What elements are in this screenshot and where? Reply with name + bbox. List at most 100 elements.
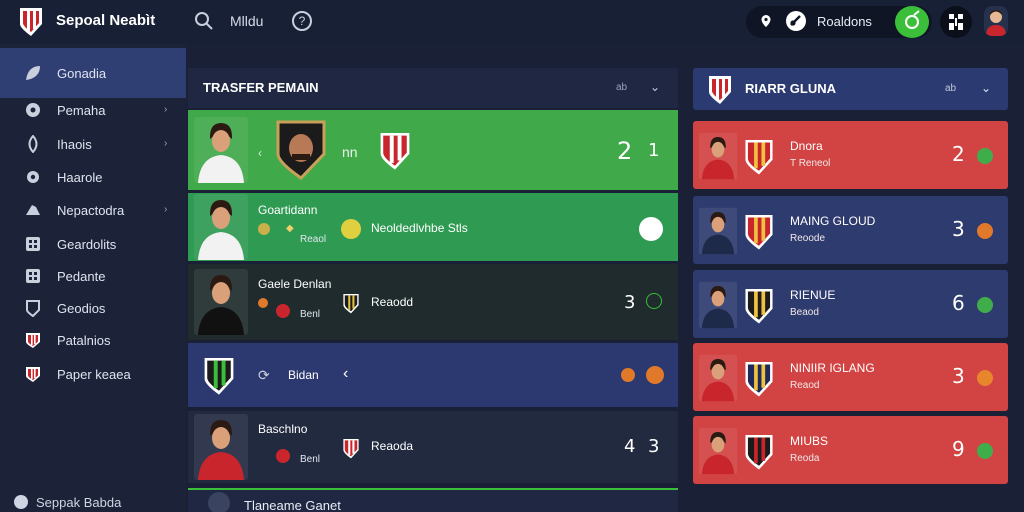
sidebar-item[interactable]: Pemaha › xyxy=(0,94,186,126)
grid-icon xyxy=(26,237,40,251)
points-value: 2 xyxy=(952,142,965,166)
player-photo xyxy=(699,354,737,402)
sidebar-item[interactable]: Haarole xyxy=(0,161,186,193)
help-icon[interactable]: ? xyxy=(292,11,312,31)
bottom-bar-label: Tlaneame Ganet xyxy=(244,498,341,512)
points-value: 9 xyxy=(952,437,965,461)
sidebar-item-label: Paper keaea xyxy=(57,366,131,382)
chevron-right-icon[interactable]: › xyxy=(164,204,167,215)
user-avatar[interactable] xyxy=(984,6,1008,36)
whistle-icon[interactable] xyxy=(786,11,806,31)
bottom-user-name: Seppak Babda xyxy=(36,495,122,510)
team-sub: Reaod xyxy=(790,380,820,391)
notification-button[interactable] xyxy=(895,6,929,38)
status-dot-icon xyxy=(646,293,662,309)
top-menu-link[interactable]: Mlldu xyxy=(230,13,263,29)
sidebar-item[interactable]: Gonadia xyxy=(0,48,186,98)
shield-icon xyxy=(26,300,40,317)
right-panel-header: RIARR GLUNA ab ⌄ xyxy=(693,68,1008,110)
sidebar-item-label: Patalnios xyxy=(57,332,111,348)
top-bar: Sepoal Neabìt Mlldu ? Roaldons xyxy=(0,0,1024,44)
bottom-user-label[interactable]: Seppak Babda xyxy=(14,495,121,510)
score-value: 2 xyxy=(617,137,633,165)
standing-card[interactable]: MAING GLOUD Reoode 3 xyxy=(693,196,1008,264)
club-name: Neoldedlvhbe Stls xyxy=(371,221,468,235)
transfer-panel-title: TRASFER PEMAIN xyxy=(203,80,319,95)
transfer-row[interactable]: Gaele Denlan Benl Reaodd 3 xyxy=(188,264,678,340)
club-crest-icon xyxy=(343,439,359,459)
player-photo xyxy=(699,281,737,329)
team-name: MAING GLOUD xyxy=(790,214,876,228)
score-value-secondary: 3 xyxy=(648,436,660,457)
standing-card[interactable]: Dnora T Reneol 2 xyxy=(693,121,1008,189)
player-photo xyxy=(194,117,248,183)
chevron-down-icon[interactable]: ⌄ xyxy=(981,81,991,95)
sidebar-item[interactable]: Geodios xyxy=(0,292,186,324)
status-dot-icon[interactable] xyxy=(977,370,993,386)
stats-icon[interactable] xyxy=(639,217,663,241)
club-crest-icon xyxy=(709,76,731,104)
team-sub: T Reneol xyxy=(790,158,831,169)
status-dot-icon[interactable] xyxy=(977,297,993,313)
right-filter-label[interactable]: ab xyxy=(945,83,956,94)
transfer-row[interactable]: Goartidann ◆ Reaol Neoldedlvhbe Stls xyxy=(188,193,678,261)
sidebar-item[interactable]: Geardolits xyxy=(0,228,186,260)
chevron-down-icon[interactable]: ⌄ xyxy=(650,80,660,94)
transfer-filter-label[interactable]: ab xyxy=(616,82,627,93)
points-value: 3 xyxy=(952,364,965,388)
chevron-right-icon[interactable]: › xyxy=(164,104,167,115)
arrow-icon: ‹ xyxy=(258,146,262,160)
sidebar-item[interactable]: Nepactodra › xyxy=(0,194,186,226)
status-dot-icon[interactable] xyxy=(646,366,664,384)
player-sub: Benl xyxy=(300,454,321,465)
back-arrow-icon[interactable]: ‹ xyxy=(343,365,348,383)
score-value: 3 xyxy=(624,292,636,313)
sidebar-item[interactable]: Ihaois › xyxy=(0,128,186,160)
status-dot-icon[interactable] xyxy=(977,443,993,459)
chevron-right-icon[interactable]: › xyxy=(164,138,167,149)
player-name: Gaele Denlan xyxy=(258,277,332,291)
scoreboard-button[interactable] xyxy=(940,6,972,38)
transfer-row[interactable]: ⟳ Bidan ‹ xyxy=(188,343,678,407)
transfer-row[interactable]: Baschlno Benl Reaoda 4 3 xyxy=(188,411,678,483)
standing-card[interactable]: MIUBS Reoda 9 xyxy=(693,416,1008,484)
club-crest-icon xyxy=(745,435,773,470)
medal-icon xyxy=(258,223,270,235)
sidebar-item[interactable]: Paper keaea xyxy=(0,358,186,390)
team-sub: Beaod xyxy=(790,307,819,318)
club-crest-icon xyxy=(26,333,40,348)
tag-icon: ◆ xyxy=(286,223,294,234)
status-dot-icon[interactable] xyxy=(977,223,993,239)
avatar-icon xyxy=(986,10,1006,36)
club-crest-icon xyxy=(204,358,234,395)
team-name: MIUBS xyxy=(790,434,829,448)
versus-label: nn xyxy=(342,144,358,160)
location-icon[interactable] xyxy=(760,14,772,28)
status-dot-icon[interactable] xyxy=(977,148,993,164)
club-crest-icon xyxy=(26,367,40,382)
player-name: Goartidann xyxy=(258,203,318,217)
points-value: 6 xyxy=(952,291,965,315)
sidebar-item-label: Gonadia xyxy=(57,65,107,81)
transfer-row[interactable]: ‹ nn 21 xyxy=(188,110,678,190)
team-name: Dnora xyxy=(790,139,823,153)
standing-card[interactable]: RIENUE Beaod 6 xyxy=(693,270,1008,338)
player-photo xyxy=(699,427,737,475)
right-panel-title: RIARR GLUNA xyxy=(745,81,836,96)
leaf-icon xyxy=(341,219,361,239)
results-label[interactable]: Roaldons xyxy=(817,14,872,29)
standing-card[interactable]: NINIIR IGLANG Reaod 3 xyxy=(693,343,1008,411)
sidebar-item[interactable]: Patalnios xyxy=(0,324,186,356)
app-logo-icon[interactable] xyxy=(18,6,44,36)
gear-icon xyxy=(27,171,39,183)
boot-icon xyxy=(26,205,40,215)
refresh-icon[interactable]: ⟳ xyxy=(258,367,270,384)
bell-icon xyxy=(905,10,920,29)
sidebar-item[interactable]: Pedante xyxy=(0,260,186,292)
ball-icon xyxy=(26,103,40,117)
search-icon[interactable] xyxy=(194,11,214,31)
club-crest-icon xyxy=(745,215,773,250)
flag-icon xyxy=(621,368,635,382)
points-value: 3 xyxy=(952,217,965,241)
sidebar-item-label: Pedante xyxy=(57,268,106,284)
